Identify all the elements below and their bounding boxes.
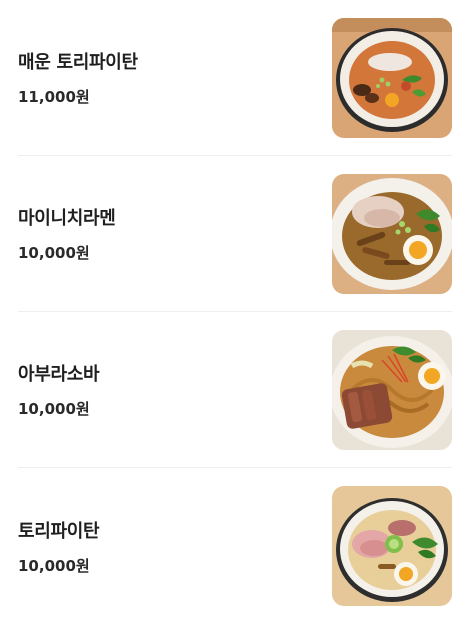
menu-list: 매운 토리파이탄 11,000원 마이니치라멘 10,000원 아부라소바 10… <box>0 0 466 621</box>
ramen-bowl-icon <box>332 17 452 138</box>
menu-item-spicy-tori-paitan[interactable]: 매운 토리파이탄 11,000원 <box>18 0 452 156</box>
menu-item-mainichi-ramen[interactable]: 마이니치라멘 10,000원 <box>18 156 452 312</box>
ramen-bowl-icon <box>332 173 452 294</box>
spicy-tori-paitan-image[interactable] <box>332 17 452 138</box>
menu-item-price: 10,000원 <box>18 400 90 418</box>
menu-item-name: 토리파이탄 <box>18 520 100 542</box>
mainichi-ramen-image[interactable] <box>332 173 452 294</box>
ramen-bowl-icon <box>332 329 452 450</box>
menu-item-info: 매운 토리파이탄 11,000원 <box>18 48 138 107</box>
menu-item-price: 11,000원 <box>18 88 90 106</box>
menu-item-info: 마이니치라멘 10,000원 <box>18 204 116 263</box>
menu-item-price: 10,000원 <box>18 556 90 575</box>
menu-item-name: 매운 토리파이탄 <box>18 52 138 73</box>
menu-item-name: 마이니치라멘 <box>18 208 116 229</box>
menu-item-info: 아부라소바 10,000원 <box>18 360 100 419</box>
menu-item-tori-paitan[interactable]: 토리파이탄 10,000원 <box>18 468 452 621</box>
tori-paitan-image[interactable] <box>332 486 452 606</box>
menu-item-name: 아부라소바 <box>18 364 100 385</box>
abura-soba-image[interactable] <box>332 329 452 450</box>
menu-item-info: 토리파이탄 10,000원 <box>18 517 100 576</box>
ramen-bowl-icon <box>332 486 452 606</box>
menu-item-price: 10,000원 <box>18 244 90 262</box>
menu-item-abura-soba[interactable]: 아부라소바 10,000원 <box>18 312 452 468</box>
